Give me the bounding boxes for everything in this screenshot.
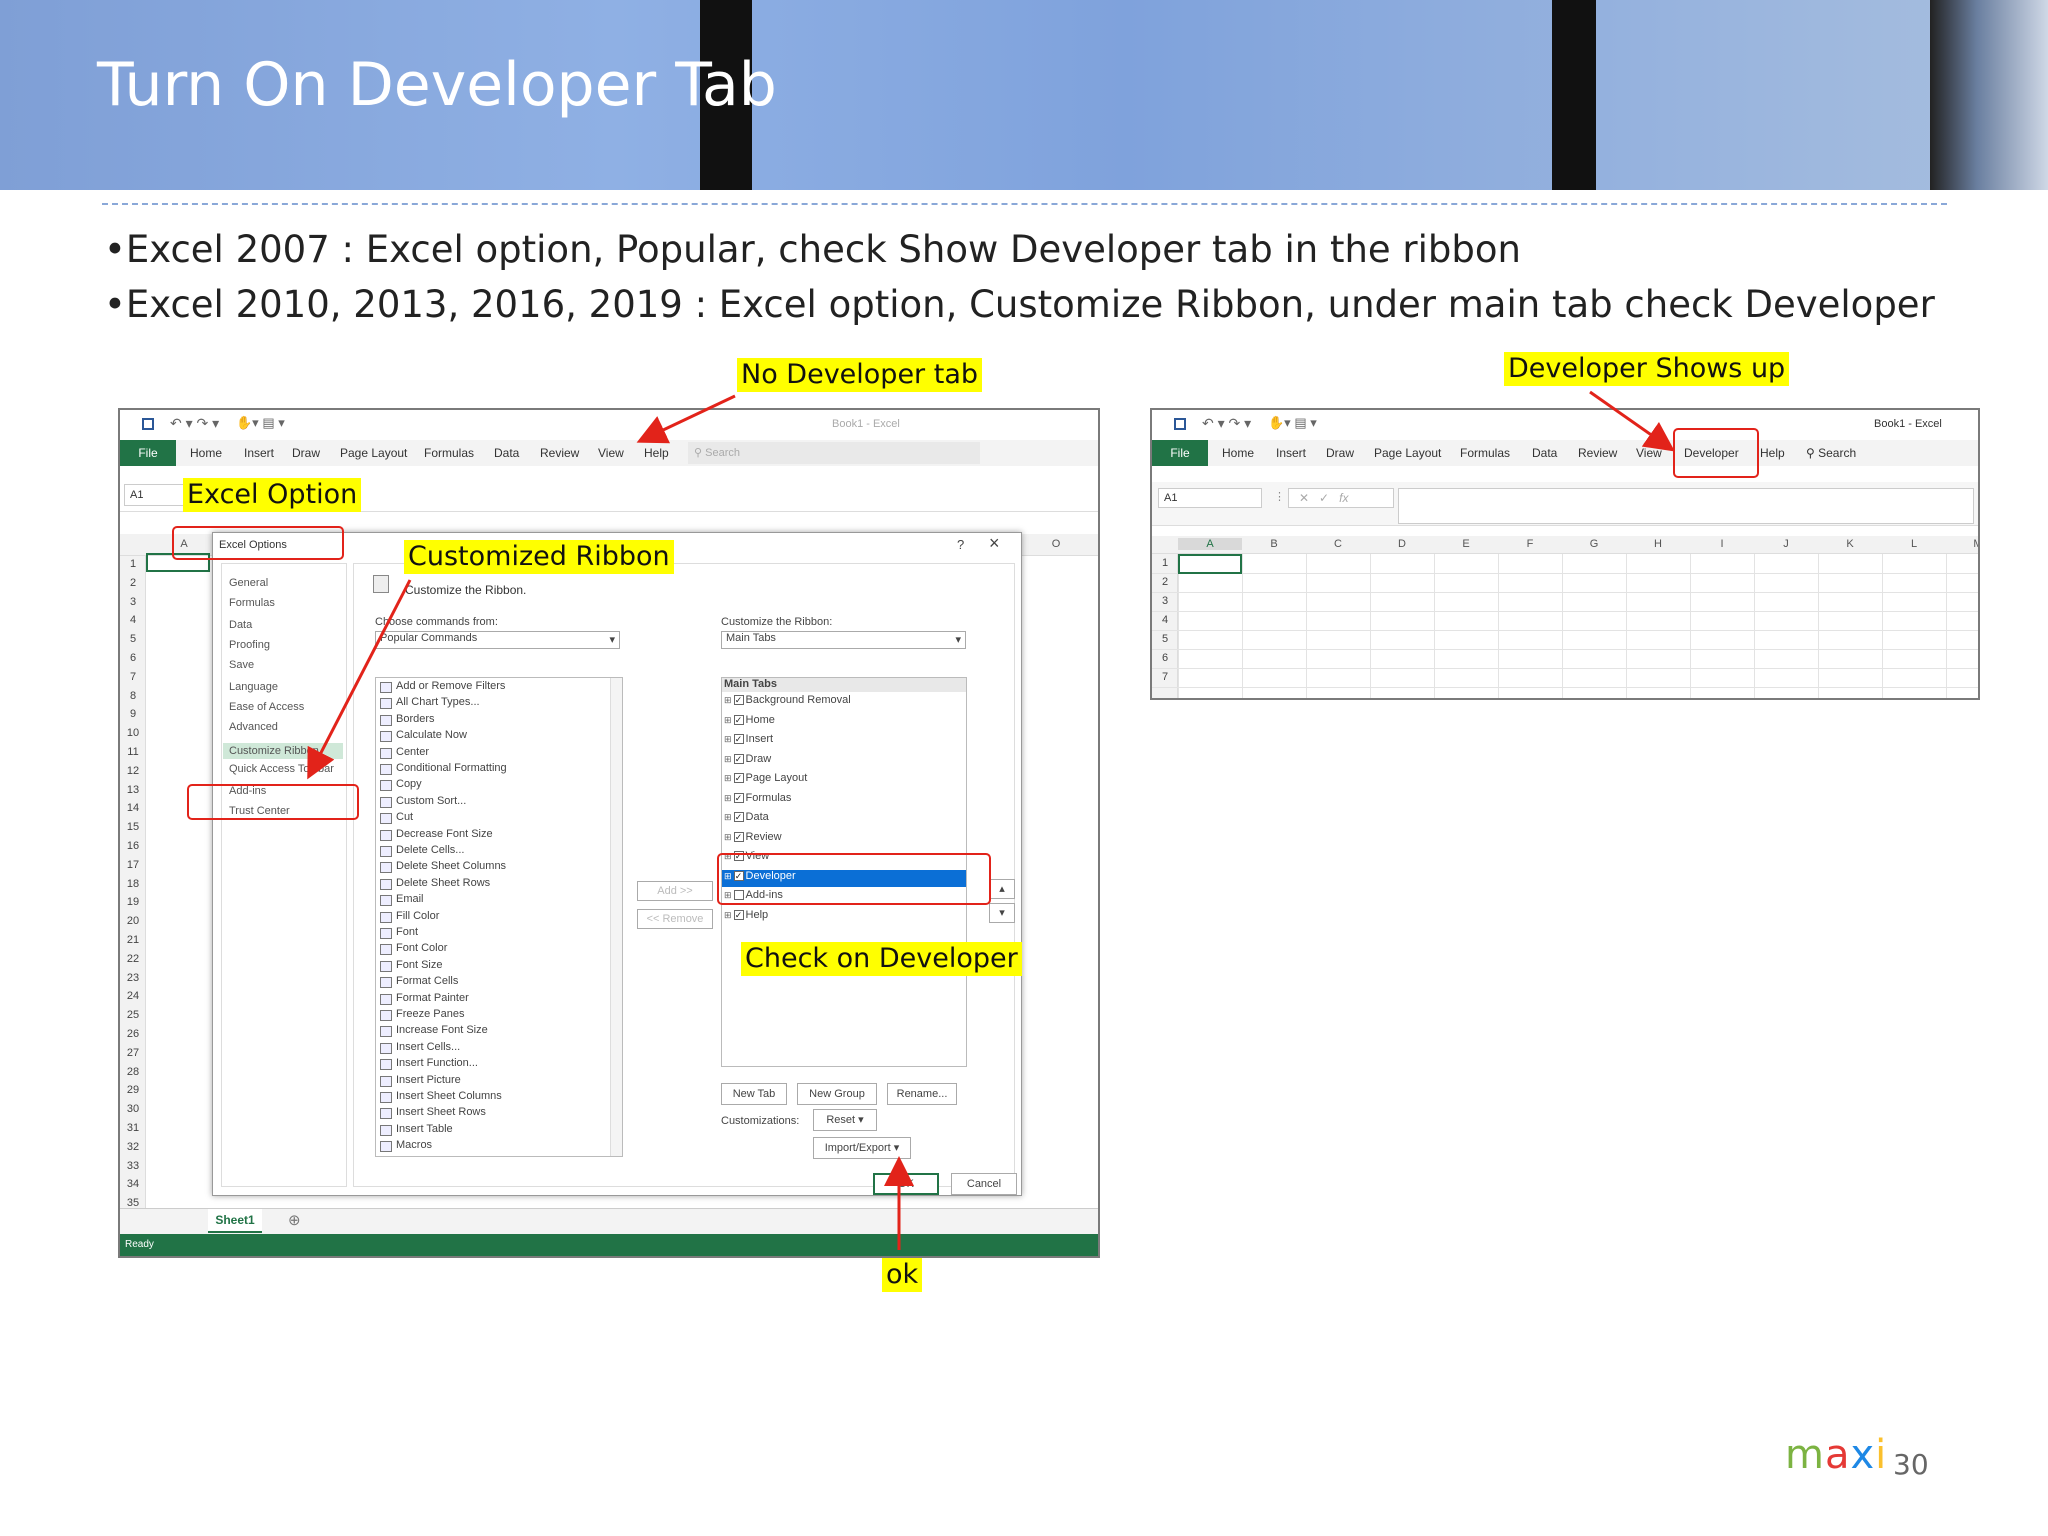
page-number: 30 [1893, 1448, 1929, 1481]
logo-letter: a [1824, 1432, 1851, 1478]
logo-letter: m [1785, 1432, 1825, 1478]
callout-ok: ok [882, 1258, 923, 1292]
callout-customized-ribbon: Customized Ribbon [404, 540, 674, 574]
logo-letter: x [1850, 1432, 1876, 1478]
slide: Turn On Developer Tab •Excel 2007 : Exce… [0, 0, 2048, 1536]
callout-excel-option: Excel Option [183, 478, 362, 512]
callout-no-developer: No Developer tab [737, 358, 983, 392]
annotation-arrows [307, 390, 1675, 1250]
arrow-developer-shows [1589, 390, 1675, 452]
callout-developer-shows: Developer Shows up [1504, 352, 1790, 386]
arrow-no-developer [636, 394, 736, 444]
maxi-logo: maxi [1785, 1432, 1887, 1478]
logo-letter: i [1875, 1432, 1888, 1478]
callout-check-developer: Check on Developer [741, 942, 1022, 976]
arrow-customize-ribbon [307, 579, 412, 780]
